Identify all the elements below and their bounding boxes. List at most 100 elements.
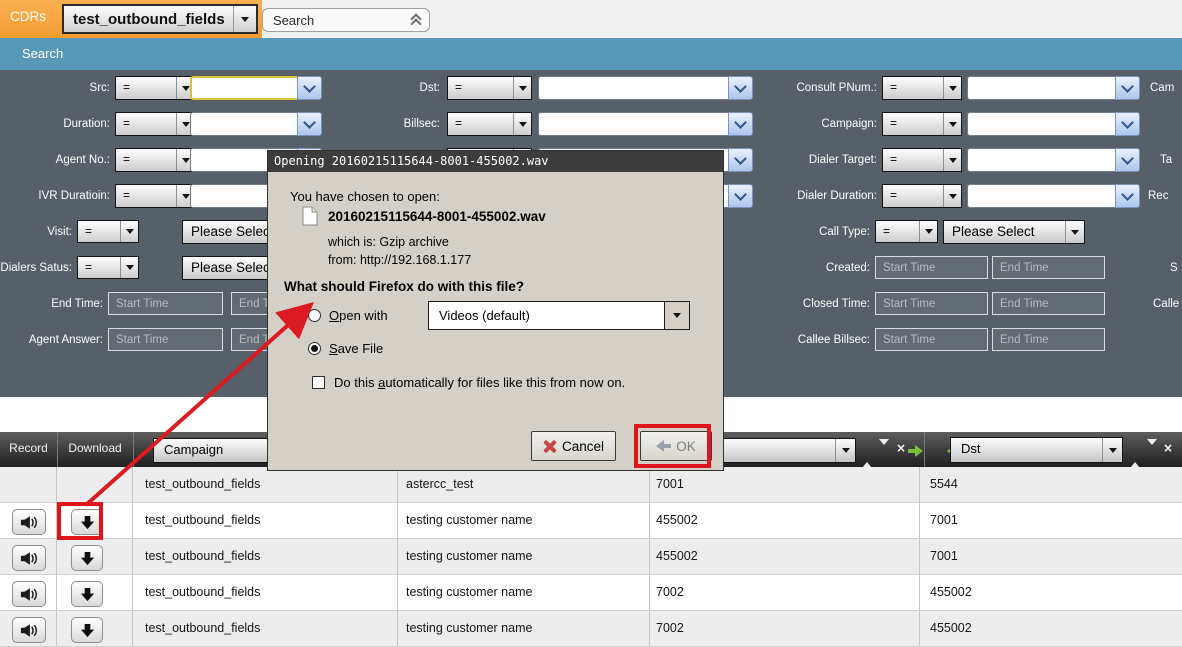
- column-header-download: Download: [57, 441, 133, 455]
- remove-column-icon[interactable]: ×: [1163, 441, 1173, 455]
- operator-select-mid-0[interactable]: =: [447, 76, 532, 100]
- dialog-filetype-text: which is: Gzip archive: [328, 235, 449, 249]
- do-automatically-label: Do this automatically for files like thi…: [334, 375, 625, 390]
- filter-combo-right-0-trigger[interactable]: [1115, 76, 1140, 100]
- table-row: test_outbound_fieldstesting customer nam…: [0, 539, 1182, 575]
- operator-select-mid-1[interactable]: =: [447, 112, 532, 136]
- table-cell: 7001: [650, 467, 920, 502]
- play-record-button[interactable]: [12, 617, 46, 643]
- operator-select-dialers-satus-value: =: [78, 257, 120, 278]
- sort-desc-icon[interactable]: [1147, 445, 1157, 463]
- do-automatically-checkbox[interactable]: [312, 376, 325, 389]
- dialog-title-bar[interactable]: Opening 20160215115644-8001-455002.wav: [268, 151, 723, 172]
- caret-down-icon: [126, 265, 134, 270]
- caret-down-icon: [1071, 230, 1079, 235]
- sort-asc-icon[interactable]: [1130, 445, 1140, 463]
- play-record-button[interactable]: [12, 509, 46, 535]
- filter-label-clipped: Ta: [1160, 148, 1182, 172]
- filter-combo-right-0-field[interactable]: [967, 76, 1115, 100]
- caret-down-icon: [925, 229, 933, 234]
- speaker-icon: [20, 515, 38, 530]
- operator-select-right-0[interactable]: =: [882, 76, 962, 100]
- filter-combo-right-2[interactable]: [967, 148, 1140, 172]
- open-with-app-caret[interactable]: [664, 302, 689, 329]
- date-start-mid-7[interactable]: Start Time: [875, 328, 988, 351]
- table-cell: testing customer name: [398, 503, 650, 538]
- caret-down-icon: [182, 194, 190, 199]
- filter-combo-right-1-field[interactable]: [967, 112, 1115, 136]
- sort-asc-icon[interactable]: [862, 445, 872, 463]
- filter-combo-right-1[interactable]: [967, 112, 1140, 136]
- caret-down-icon: [182, 158, 190, 163]
- open-with-radio[interactable]: [308, 309, 321, 322]
- please-select-call-type-caret: [1065, 221, 1084, 243]
- operator-select-duration[interactable]: =: [115, 112, 195, 136]
- operator-select-agent-no[interactable]: =: [115, 148, 195, 172]
- search-collapse-button[interactable]: Search: [262, 8, 430, 32]
- date-end-mid-6[interactable]: End Time: [992, 292, 1105, 315]
- table-cell: 455002: [650, 539, 920, 574]
- play-record-button[interactable]: [12, 581, 46, 607]
- table-cell: [0, 503, 57, 538]
- filter-combo-right-3-trigger[interactable]: [1115, 184, 1140, 208]
- operator-select-src[interactable]: =: [115, 76, 195, 100]
- filter-combo-right-3-field[interactable]: [967, 184, 1115, 208]
- tab-cdrs[interactable]: CDRs: [10, 9, 46, 24]
- occluded-header-caret[interactable]: [835, 439, 855, 462]
- operator-select-right-3[interactable]: =: [882, 184, 962, 208]
- search-section-bar: Search: [0, 38, 1182, 70]
- filter-label-visit: Visit:: [0, 220, 72, 244]
- operator-select-ivr-duratioin[interactable]: =: [115, 184, 195, 208]
- download-record-button[interactable]: [71, 545, 103, 571]
- filter-combo-right-1-trigger[interactable]: [1115, 112, 1140, 136]
- caret-down-icon: [673, 313, 681, 318]
- move-column-right-icon[interactable]: [908, 445, 923, 457]
- chevron-down-icon: [1121, 116, 1134, 129]
- date-end-created[interactable]: End Time: [992, 256, 1105, 279]
- table-cell: test_outbound_fields: [133, 611, 398, 646]
- filter-combo-src-field[interactable]: [190, 76, 297, 100]
- table-cell: test_outbound_fields: [133, 467, 398, 502]
- app-window: CDRs test_outbound_fields Search Search …: [0, 0, 1182, 647]
- operator-select-right-1[interactable]: =: [882, 112, 962, 136]
- table-cell: test_outbound_fields: [133, 503, 398, 538]
- play-record-button[interactable]: [12, 545, 46, 571]
- chevron-down-icon: [1121, 152, 1134, 165]
- caret-down-icon: [519, 86, 527, 91]
- date-end-mid-7[interactable]: End Time: [992, 328, 1105, 351]
- date-start-created[interactable]: Start Time: [875, 256, 988, 279]
- operator-select-call-type[interactable]: =: [875, 220, 938, 243]
- save-file-radio[interactable]: [308, 342, 321, 355]
- operator-select-dialers-satus[interactable]: =: [77, 256, 139, 279]
- filter-combo-right-0[interactable]: [967, 76, 1140, 100]
- operator-select-right-2[interactable]: =: [882, 148, 962, 172]
- filter-label-right-3: Dialer Duration:: [697, 184, 877, 208]
- caret-down-icon: [949, 86, 957, 91]
- download-record-button[interactable]: [71, 617, 103, 643]
- open-with-label: Open with: [329, 308, 388, 323]
- filter-combo-right-2-field[interactable]: [967, 148, 1115, 172]
- please-select-call-type[interactable]: Please Select: [943, 220, 1085, 244]
- open-with-app-select[interactable]: Videos (default): [428, 301, 690, 330]
- date-start-agent-answer[interactable]: Start Time: [108, 328, 223, 351]
- table-cell: test_outbound_fields: [133, 575, 398, 610]
- column-header-dst-select[interactable]: Dst: [950, 437, 1123, 463]
- tab-active-cdr-view[interactable]: test_outbound_fields: [62, 4, 258, 34]
- tab-caret[interactable]: [233, 6, 256, 32]
- sort-desc-icon[interactable]: [879, 445, 889, 463]
- download-record-button[interactable]: [71, 581, 103, 607]
- operator-select-visit[interactable]: =: [77, 220, 139, 243]
- filter-label-clipped: Calle: [1153, 292, 1182, 316]
- operator-select-right-1-value: =: [883, 113, 943, 135]
- filter-combo-right-3[interactable]: [967, 184, 1140, 208]
- filter-label-right-2: Dialer Target:: [697, 148, 877, 172]
- remove-column-icon[interactable]: ×: [896, 441, 906, 455]
- cancel-button[interactable]: Cancel: [531, 431, 616, 461]
- date-start-end-time[interactable]: Start Time: [108, 292, 223, 315]
- annotation-box-ok: [634, 424, 711, 468]
- dst-header-caret[interactable]: [1102, 438, 1122, 462]
- date-start-mid-6[interactable]: Start Time: [875, 292, 988, 315]
- search-collapse-label: Search: [263, 13, 412, 28]
- filter-combo-duration-field[interactable]: [190, 112, 297, 136]
- filter-combo-right-2-trigger[interactable]: [1115, 148, 1140, 172]
